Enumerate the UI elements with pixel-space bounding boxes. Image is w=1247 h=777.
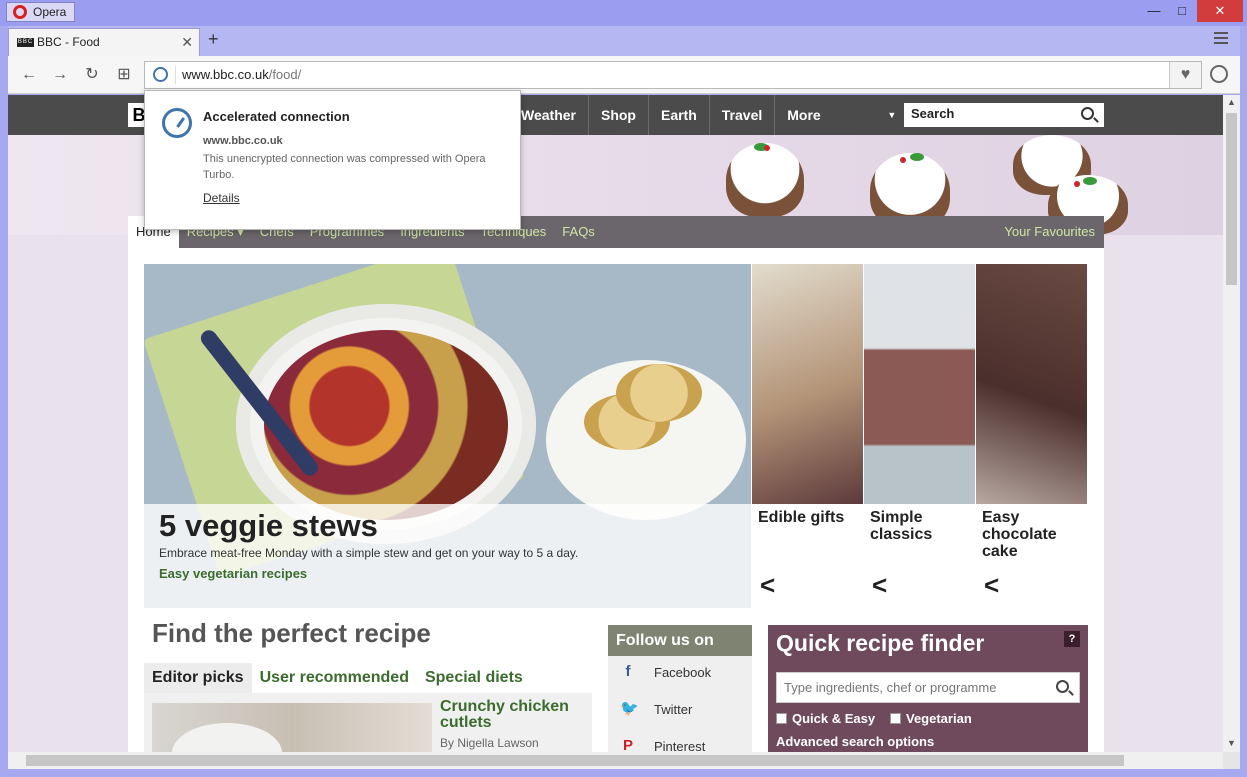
editor-pick-card[interactable]: Crunchy chicken cutlets By Nigella Lawso… <box>144 693 592 752</box>
side-card-simple-classics[interactable]: Simple classics < <box>864 264 975 608</box>
turbo-popup: Accelerated connection www.bbc.co.uk Thi… <box>144 90 521 230</box>
maximize-button[interactable]: □ <box>1168 0 1196 22</box>
scroll-thumb[interactable] <box>1226 113 1237 285</box>
hero-description: Embrace meat-free Monday with a simple s… <box>159 546 579 560</box>
hero-caption: 5 veggie stews Embrace meat-free Monday … <box>144 504 751 608</box>
horizontal-scrollbar[interactable] <box>8 752 1223 769</box>
search-label: Search <box>911 106 955 121</box>
address-separator <box>175 66 176 84</box>
social-pinterest[interactable]: P Pinterest <box>608 732 752 753</box>
hero-cta-link[interactable]: Easy vegetarian recipes <box>159 566 307 581</box>
tab-bbc-food[interactable]: BBC BBC - Food ✕ <box>8 28 200 56</box>
speedometer-icon <box>162 108 192 138</box>
your-favourites-link[interactable]: Your Favourites <box>1004 216 1095 248</box>
help-icon[interactable]: ? <box>1064 631 1080 647</box>
pudding-image <box>726 143 804 217</box>
arrow-left-icon[interactable]: < <box>984 570 999 601</box>
find-recipe-title: Find the perfect recipe <box>152 618 431 648</box>
turbo-gauge-icon[interactable] <box>153 67 168 82</box>
nav-earth[interactable]: Earth <box>647 95 709 135</box>
scroll-corner <box>1223 752 1240 769</box>
close-window-button[interactable]: ✕ <box>1197 0 1243 22</box>
opera-logo-icon <box>13 5 27 19</box>
tab-title: BBC - Food <box>37 35 100 49</box>
recipe-search-input[interactable] <box>777 673 1047 702</box>
search-icon[interactable] <box>1056 680 1069 693</box>
search-icon[interactable] <box>1081 107 1094 120</box>
chevron-down-icon: ▼ <box>887 110 897 120</box>
follow-title: Follow us on <box>608 625 752 656</box>
recipe-search-field[interactable] <box>776 672 1080 703</box>
opera-menu-button[interactable]: Opera <box>6 2 76 22</box>
pick-title[interactable]: Crunchy chicken cutlets <box>440 699 590 731</box>
bbc-favicon-icon: BBC <box>17 38 34 47</box>
quick-recipe-finder: Quick recipe finder ? Quick & Easy Veget… <box>768 625 1088 752</box>
arrow-left-icon[interactable]: < <box>760 570 775 601</box>
nav-more[interactable]: More ▼ <box>774 95 904 135</box>
tab-menu-icon[interactable] <box>1214 32 1228 47</box>
scroll-thumb[interactable] <box>26 755 1124 766</box>
new-tab-button[interactable]: + <box>208 29 219 50</box>
bbc-nav-items: Weather Shop Earth Travel More ▼ <box>508 95 904 135</box>
scroll-up-icon[interactable]: ▲ <box>1227 97 1236 107</box>
tab-editor-picks[interactable]: Editor picks <box>144 663 252 693</box>
side-card-chocolate-cake[interactable]: Easy chocolate cake < <box>976 264 1087 608</box>
back-button[interactable]: ← <box>18 64 40 86</box>
address-url[interactable]: www.bbc.co.uk/food/ <box>182 67 301 82</box>
nav-travel[interactable]: Travel <box>708 95 774 135</box>
forward-button[interactable]: → <box>49 64 71 86</box>
browser-toolbar: ← → ↻ ⊞ www.bbc.co.uk/food/ ♥ <box>8 56 1240 94</box>
recipe-thumbnail-image <box>152 703 432 752</box>
pinterest-icon: P <box>622 737 633 753</box>
side-card-edible-gifts[interactable]: Edible gifts < <box>752 264 863 608</box>
main-content: 5 veggie stews Embrace meat-free Monday … <box>128 248 1104 752</box>
subnav-faqs[interactable]: FAQs <box>554 216 603 248</box>
reload-button[interactable]: ↻ <box>81 64 103 86</box>
address-bar[interactable]: www.bbc.co.uk/food/ ♥ <box>144 61 1202 89</box>
advanced-search-link[interactable]: Advanced search options <box>776 734 934 749</box>
quick-easy-checkbox[interactable]: Quick & Easy <box>776 711 875 726</box>
profile-icon[interactable] <box>1210 65 1228 83</box>
tab-user-recommended[interactable]: User recommended <box>252 663 417 693</box>
pick-author: By Nigella Lawson <box>440 736 539 750</box>
stash-heart-icon[interactable]: ♥ <box>1169 62 1201 88</box>
social-facebook[interactable]: f Facebook <box>608 658 752 688</box>
hero-feature[interactable]: 5 veggie stews Embrace meat-free Monday … <box>144 264 751 608</box>
popup-host: www.bbc.co.uk <box>203 135 283 147</box>
arrow-left-icon[interactable]: < <box>872 570 887 601</box>
vertical-scrollbar[interactable]: ▲ ▼ <box>1223 95 1240 752</box>
hero-headline[interactable]: 5 veggie stews <box>159 508 378 544</box>
minimize-button[interactable]: — <box>1140 0 1168 22</box>
bbc-search-box[interactable]: Search <box>904 103 1104 127</box>
tab-bar: BBC BBC - Food ✕ + <box>8 26 1240 56</box>
scroll-down-icon[interactable]: ▼ <box>1227 738 1236 748</box>
finder-title: Quick recipe finder <box>776 630 985 656</box>
popup-message: This unencrypted connection was compress… <box>203 153 486 181</box>
nav-shop[interactable]: Shop <box>587 95 648 135</box>
twitter-icon: 🐦 <box>620 700 639 717</box>
vegetarian-checkbox[interactable]: Vegetarian <box>890 711 972 726</box>
title-bar: Opera — □ ✕ <box>0 0 1247 26</box>
speed-dial-icon[interactable]: ⊞ <box>113 64 135 86</box>
social-twitter[interactable]: 🐦 Twitter <box>608 695 752 725</box>
popup-details-link[interactable]: Details <box>203 191 240 205</box>
app-name: Opera <box>33 5 67 19</box>
popup-title: Accelerated connection <box>203 109 350 124</box>
tab-close-icon[interactable]: ✕ <box>181 34 193 51</box>
tab-special-diets[interactable]: Special diets <box>417 663 531 693</box>
recipe-tabs: Editor picks User recommended Special di… <box>144 663 531 693</box>
facebook-icon: f <box>625 663 631 680</box>
